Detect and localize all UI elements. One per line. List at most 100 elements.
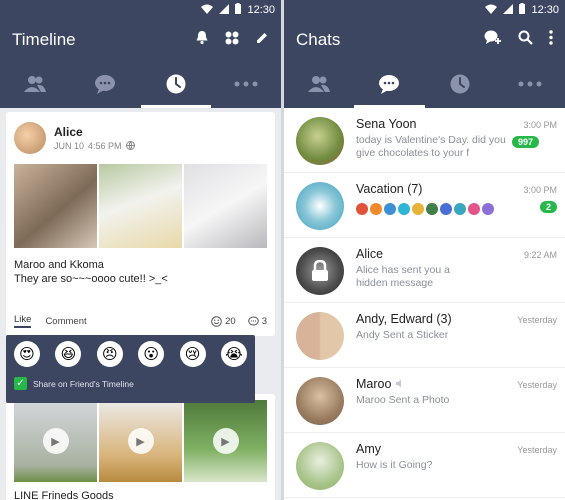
crying-sticker-icon[interactable]: 😭 (220, 341, 247, 367)
checkbox-checked-icon[interactable]: ✓ (14, 377, 27, 390)
sticker-icon (412, 203, 424, 215)
tab-more[interactable] (495, 60, 565, 108)
chat-item-vacation[interactable]: Vacation (7) 3:00 PM 2 (284, 173, 565, 238)
tab-more[interactable] (211, 60, 281, 108)
comment-count-value: 3 (261, 315, 267, 327)
reaction-count[interactable]: 20 (211, 316, 236, 327)
post-author[interactable]: Alice (54, 125, 135, 139)
angry-sticker-icon[interactable]: 😠 (96, 341, 123, 367)
share-option[interactable]: ✓ Share on Friend's Timeline (14, 377, 247, 390)
post-photo[interactable] (14, 164, 97, 248)
tab-chats[interactable] (354, 60, 425, 108)
post-time: 4:56 PM (88, 141, 122, 151)
tab-timeline[interactable] (425, 60, 495, 108)
battery-icon (519, 3, 526, 17)
muted-icon (395, 377, 405, 391)
sticker-row: 😍 😆 😠 😮 😢 😭 (14, 341, 247, 367)
post-photo[interactable] (184, 164, 267, 248)
status-bar: 12:30 (0, 0, 281, 20)
heart-eyes-sticker-icon[interactable]: 😍 (14, 341, 40, 367)
sticker-icon (482, 203, 494, 215)
more-vertical-icon[interactable] (549, 30, 553, 50)
friends-icon (24, 76, 47, 92)
chat-preview: Maroo Sent a Photo (356, 394, 450, 406)
status-time: 12:30 (247, 4, 275, 16)
chat-name: Vacation (7) (356, 182, 423, 196)
comment-count[interactable]: 3 (247, 315, 267, 327)
comment-button[interactable]: Comment (45, 316, 86, 327)
avatar[interactable] (296, 312, 344, 360)
clock-icon (450, 74, 470, 94)
post-video[interactable]: ▶ (99, 400, 182, 482)
avatar[interactable] (296, 247, 344, 295)
avatar[interactable] (296, 442, 344, 490)
write-post-icon[interactable] (255, 31, 269, 50)
avatar[interactable] (296, 117, 344, 165)
grid-menu-icon[interactable] (225, 31, 239, 50)
play-icon[interactable]: ▶ (127, 428, 154, 454)
post-photo[interactable] (99, 164, 182, 248)
post-text: Maroo and Kkoma They are so~~~oooo cute!… (14, 258, 267, 286)
new-chat-icon[interactable] (484, 30, 502, 50)
chat-preview: Andy Sent a Sticker (356, 329, 449, 341)
play-icon[interactable]: ▶ (42, 428, 69, 454)
friends-icon (308, 76, 331, 92)
post-text-line: They are so~~~oooo cute!! >_< (14, 273, 168, 285)
chat-name: Maroo (356, 377, 517, 391)
more-horizontal-icon (518, 81, 542, 87)
cellular-icon (503, 3, 514, 17)
tab-friends[interactable] (284, 60, 354, 108)
chat-time: Yesterday (517, 380, 557, 390)
search-icon[interactable] (518, 30, 533, 50)
chat-item-maroo[interactable]: Maroo Yesterday Maroo Sent a Photo (284, 368, 565, 433)
notification-bell-icon[interactable] (195, 30, 209, 50)
chat-preview: today is Valentine's Day. did you give c… (356, 134, 506, 159)
surprised-sticker-icon[interactable]: 😮 (138, 341, 165, 367)
sticker-icon (440, 203, 452, 215)
status-time: 12:30 (531, 4, 559, 16)
unread-badge: 997 (512, 136, 540, 148)
timeline-post-2: ▶ ▶ ▶ LINE Frineds Goods (6, 394, 275, 500)
post-videos: ▶ ▶ ▶ (14, 400, 267, 482)
tab-timeline[interactable] (140, 60, 212, 108)
chat-item-sena-yoon[interactable]: Sena Yoon 3:00 PM today is Valentine's D… (284, 108, 565, 173)
sticker-icon (370, 203, 382, 215)
post-photos (14, 164, 267, 248)
lock-icon (312, 260, 328, 281)
clock-icon (166, 74, 186, 94)
unread-badge: 2 (539, 201, 557, 213)
like-button[interactable]: Like (14, 314, 32, 328)
tab-chats[interactable] (70, 60, 140, 108)
chat-bubble-icon (379, 75, 400, 94)
avatar[interactable] (14, 122, 46, 154)
more-horizontal-icon (234, 81, 258, 87)
tab-friends[interactable] (0, 60, 70, 108)
comment-icon (247, 316, 259, 325)
chat-name: Amy (356, 442, 381, 456)
sticker-icon (384, 203, 396, 215)
chat-name: Andy, Edward (3) (356, 312, 452, 326)
avatar[interactable] (296, 182, 344, 230)
sticker-reaction-popup: 😍 😆 😠 😮 😢 😭 ✓ Share on Friend's Timeline (6, 335, 255, 403)
post-header: Alice JUN 10 4:56 PM (14, 122, 267, 154)
post-date: JUN 10 (54, 141, 85, 151)
sticker-icon (454, 203, 466, 215)
post-video[interactable]: ▶ (14, 400, 97, 482)
sad-sticker-icon[interactable]: 😢 (179, 341, 206, 367)
timeline-appbar: Timeline (0, 20, 281, 60)
chats-tabs (284, 60, 565, 108)
chat-time: Yesterday (517, 315, 557, 325)
chat-name: Alice (356, 247, 384, 261)
chat-item-amy[interactable]: Amy Yesterday How is it Going? (284, 433, 565, 498)
sticker-preview-row (356, 203, 494, 215)
globe-icon (125, 140, 135, 152)
chat-item-andy-edward[interactable]: Andy, Edward (3) Yesterday Andy Sent a S… (284, 303, 565, 368)
avatar[interactable] (296, 377, 344, 425)
smiley-icon (211, 315, 222, 327)
post-text-line: Maroo and Kkoma (14, 259, 104, 271)
status-bar: 12:30 (284, 0, 565, 20)
laughing-sticker-icon[interactable]: 😆 (55, 341, 82, 367)
play-icon[interactable]: ▶ (212, 428, 239, 454)
chat-item-alice[interactable]: Alice 9:22 AM Alice has sent you a hidde… (284, 238, 565, 303)
post-video[interactable]: ▶ (184, 400, 267, 482)
